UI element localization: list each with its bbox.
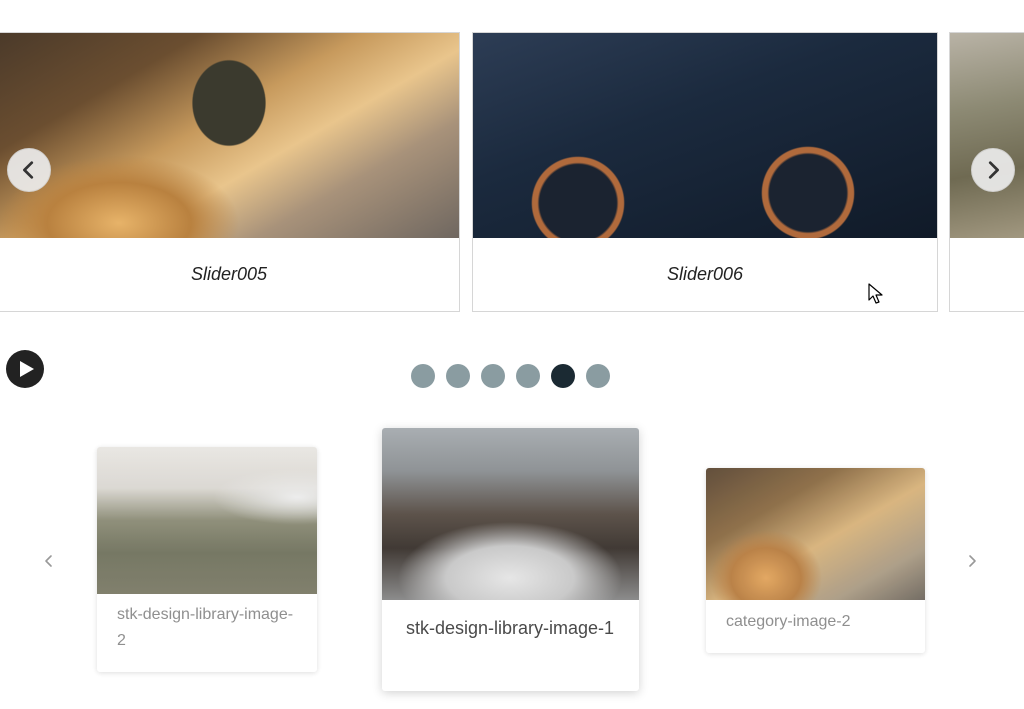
mountain-biker-photo <box>0 33 459 238</box>
card-label: category-image-2 <box>726 613 851 630</box>
mouse-cursor-icon <box>868 283 883 304</box>
pagination-dot-4[interactable] <box>516 364 540 388</box>
slide-caption: Slider005 <box>190 264 268 284</box>
carousel-card-active[interactable]: stk-design-library-image-1 <box>382 428 639 691</box>
carousel-prev-button[interactable] <box>42 554 56 568</box>
chevron-left-icon <box>45 555 52 567</box>
card-label: stk-design-library-image-1 <box>406 618 615 638</box>
card-image <box>382 428 639 600</box>
pagination-dot-3[interactable] <box>481 364 505 388</box>
card-image <box>97 447 317 594</box>
pagination-dot-1[interactable] <box>411 364 435 388</box>
slide-caption <box>950 238 1024 311</box>
chevron-right-icon <box>969 555 976 567</box>
play-icon <box>19 361 34 377</box>
slide-slider006[interactable]: Slider006 <box>472 32 938 312</box>
carousel-card[interactable]: category-image-2 <box>706 468 925 653</box>
top-slider: Slider005 Slider006 <box>0 0 1024 320</box>
card-image <box>706 468 925 600</box>
slider-next-button[interactable] <box>971 148 1015 192</box>
slider-prev-button[interactable] <box>7 148 51 192</box>
slide-slider005[interactable]: Slider005 <box>0 32 460 312</box>
pagination-dot-2[interactable] <box>446 364 470 388</box>
card-label: stk-design-library-image-2 <box>117 606 294 649</box>
slider-pagination <box>411 364 610 388</box>
autoplay-play-button[interactable] <box>6 350 44 388</box>
mountain-landscape-photo <box>950 33 1024 238</box>
pagination-dot-6[interactable] <box>586 364 610 388</box>
chevron-right-icon <box>988 161 999 179</box>
chevron-left-icon <box>23 161 34 179</box>
pagination-dot-5-active[interactable] <box>551 364 575 388</box>
carousel-card[interactable]: stk-design-library-image-2 <box>97 447 317 672</box>
e-bike-photo <box>473 33 937 238</box>
carousel-next-button[interactable] <box>965 554 979 568</box>
